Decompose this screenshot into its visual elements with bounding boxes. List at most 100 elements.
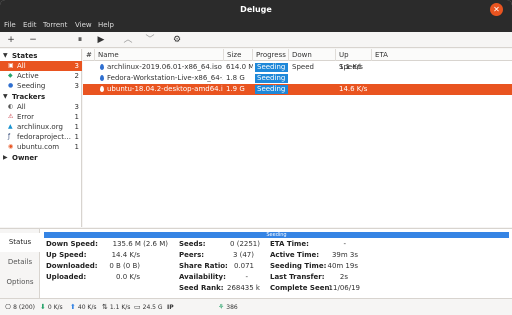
error-icon: ⚠ (8, 113, 14, 120)
share-ratio-label: Share Ratio: (179, 262, 228, 270)
uploaded-value: 0.0 K/s (116, 273, 140, 281)
filter-sidebar: ▼ States ▣ All 3 ◆ Active 2 ● Seeding 3 … (0, 49, 82, 227)
tab-details[interactable]: Details (0, 253, 40, 272)
add-torrent-button[interactable]: + (4, 33, 18, 47)
seed-rank-label: Seed Rank: (179, 284, 224, 292)
resume-button[interactable]: ▶ (94, 33, 108, 47)
peers-value: 3 (47) (232, 251, 254, 259)
title-bar: Deluge ✕ (0, 0, 512, 19)
share-ratio-value: 0.071 (233, 262, 254, 270)
traffic-icon: ⇅ (102, 303, 108, 311)
column-header-eta[interactable]: ETA (372, 49, 512, 61)
column-header-up-speed[interactable]: Up Speed (336, 49, 372, 71)
seeds-label: Seeds: (179, 240, 206, 248)
seeds-value: 0 (2251) (230, 240, 260, 248)
preferences-button[interactable]: ⚙ (170, 33, 184, 47)
column-header-down-speed[interactable]: Down Speed (289, 49, 336, 71)
menu-file[interactable]: File (4, 19, 16, 32)
menu-edit[interactable]: Edit (23, 19, 37, 32)
collapse-icon: ▼ (3, 52, 8, 59)
column-header-size[interactable]: Size (224, 49, 253, 61)
column-header-progress[interactable]: Progress (253, 49, 289, 61)
sidebar-item-seeding[interactable]: ● Seeding 3 (0, 81, 82, 91)
external-ip-status: IP (167, 304, 174, 311)
seeding-drop-icon (100, 64, 104, 70)
complete-seen-label: Complete Seen: (270, 284, 333, 292)
sidebar-item-trackers-all[interactable]: ◐ All 3 (0, 102, 82, 112)
protocol-traffic-status: ⇅ 1.1 K/s (102, 303, 131, 311)
list-header: # Name Size Progress Down Speed Up Speed… (83, 49, 512, 71)
menu-help[interactable]: Help (98, 19, 114, 32)
torrent-progress-bar: Seeding (44, 232, 509, 238)
peers-label: Peers: (179, 251, 205, 259)
torrent-row-selected[interactable]: ubuntu-18.04.2-desktop-amd64.iso 1.9 G S… (83, 84, 512, 95)
up-speed-label: Up Speed: (46, 251, 87, 259)
seed-rank-value: 268435 k (226, 284, 260, 292)
column-header-number[interactable]: # (83, 49, 95, 61)
states-header[interactable]: ▼ States (0, 51, 82, 61)
sidebar-item-all[interactable]: ▣ All 3 (0, 61, 82, 71)
torrent-progress: Seeding (255, 74, 288, 83)
all-icon: ▣ (8, 62, 14, 69)
availability-label: Availability: (179, 273, 226, 281)
seeding-drop-icon (100, 86, 104, 92)
seeding-time-label: Seeding Time: (270, 262, 327, 270)
sidebar-item-error[interactable]: ⚠ Error 1 (0, 112, 82, 122)
tab-options[interactable]: Options (0, 273, 40, 292)
trackers-header[interactable]: ▼ Trackers (0, 92, 82, 102)
downloaded-value: 0 B (0 B) (109, 262, 140, 270)
torrent-up-speed: 1.1 K/s (339, 63, 363, 71)
last-transfer-label: Last Transfer: (270, 273, 325, 281)
downloaded-label: Downloaded: (46, 262, 98, 270)
connections-status[interactable]: ⎔ 8 (200) (5, 299, 35, 315)
tab-status[interactable]: Status (0, 233, 40, 252)
torrent-up-speed (339, 73, 371, 84)
complete-seen-value: 11/06/19 (328, 284, 360, 292)
active-icon: ◆ (8, 72, 13, 79)
active-time-label: Active Time: (270, 251, 320, 259)
sidebar-item-ubuntu[interactable]: ◉ ubuntu.com 1 (0, 142, 82, 152)
remove-torrent-button[interactable]: − (26, 33, 40, 47)
dht-status: ⚘ 386 (218, 303, 238, 311)
pause-button[interactable]: ⏸ (73, 33, 87, 47)
torrent-progress: Seeding (255, 85, 288, 94)
trackers-all-icon: ◐ (8, 103, 14, 110)
torrent-size: 1.9 G (226, 85, 245, 93)
torrent-name: Fedora-Workstation-Live-x86_64-30 (107, 74, 223, 82)
eta-time-label: ETA Time: (270, 240, 309, 248)
torrent-row[interactable]: Fedora-Workstation-Live-x86_64-30 1.8 G … (83, 73, 512, 84)
connections-icon: ⎔ (5, 303, 12, 311)
down-speed-label: Down Speed: (46, 240, 98, 248)
download-speed-status[interactable]: ⬇ 0 K/s (40, 299, 63, 315)
sidebar-item-fedora[interactable]: ƒ fedoraproject… 1 (0, 132, 82, 142)
seeding-icon: ● (8, 82, 14, 89)
archlinux-icon: ▲ (8, 123, 13, 130)
toolbar: + − ⏸ ▶ ︿ ﹀ ⚙ (0, 32, 512, 48)
upload-arrow-icon: ⬆ (70, 303, 76, 311)
column-header-name[interactable]: Name (95, 49, 224, 61)
upload-speed-status[interactable]: ⬆ 40 K/s (70, 299, 97, 315)
download-arrow-icon: ⬇ (40, 303, 46, 311)
fedora-icon: ƒ (8, 133, 11, 140)
torrent-list: # Name Size Progress Down Speed Up Speed… (83, 49, 512, 227)
sidebar-item-active[interactable]: ◆ Active 2 (0, 71, 82, 81)
uploaded-label: Uploaded: (46, 273, 87, 281)
disk-icon: ▭ (134, 303, 141, 311)
ubuntu-icon: ◉ (8, 143, 14, 150)
torrent-name: archlinux-2019.06.01-x86_64.iso (107, 63, 222, 71)
free-space-status: ▭ 24.5 G (134, 303, 163, 311)
eta-time-value: - (343, 240, 346, 248)
menu-torrent[interactable]: Torrent (43, 19, 67, 32)
close-button[interactable]: ✕ (490, 3, 503, 16)
up-speed-value: 14.4 K/s (111, 251, 140, 259)
torrent-row[interactable]: archlinux-2019.06.01-x86_64.iso 614.0 M … (83, 62, 512, 73)
sidebar-item-archlinux[interactable]: ▲ archlinux.org 1 (0, 122, 82, 132)
menu-view[interactable]: View (75, 19, 92, 32)
expand-icon: ▶ (3, 154, 8, 161)
owner-header[interactable]: ▶ Owner (0, 153, 82, 163)
availability-value: - (245, 273, 248, 281)
queue-down-button[interactable]: ﹀ (143, 33, 157, 47)
collapse-icon: ▼ (3, 93, 8, 100)
window-title: Deluge (240, 5, 272, 14)
queue-up-button[interactable]: ︿ (121, 33, 135, 47)
